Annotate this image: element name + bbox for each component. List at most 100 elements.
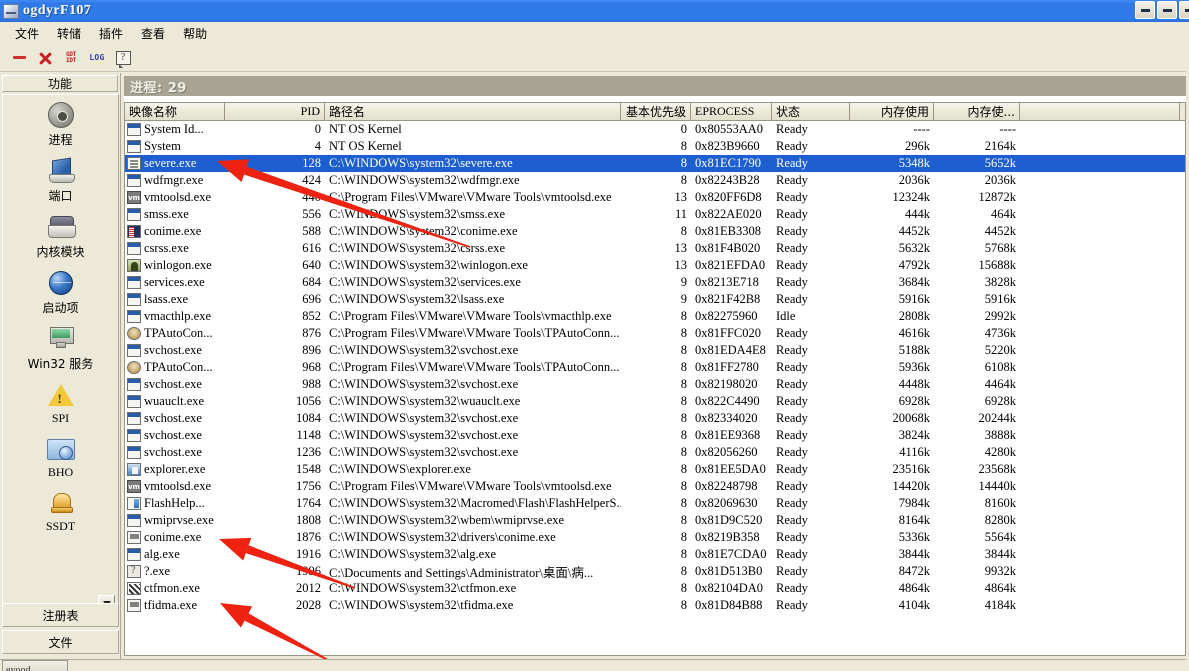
cell-image-name: alg.exe: [125, 547, 225, 562]
taskbar-fragment: eyood: [0, 659, 1189, 671]
minus-icon: [13, 56, 26, 59]
sidebar-item-startup[interactable]: 启动项: [3, 263, 118, 319]
cell-image-name: ctfmon.exe: [125, 581, 225, 596]
table-row[interactable]: System Id...0NT OS Kernel00x80553AA0Read…: [125, 121, 1185, 138]
table-row[interactable]: ?.exe1996C:\Documents and Settings\Admin…: [125, 563, 1185, 580]
table-row[interactable]: TPAutoCon...876C:\Program Files\VMware\V…: [125, 325, 1185, 342]
table-row[interactable]: svchost.exe1084C:\WINDOWS\system32\svcho…: [125, 410, 1185, 427]
table-row[interactable]: severe.exe128C:\WINDOWS\system32\severe.…: [125, 155, 1185, 172]
table-row[interactable]: System4NT OS Kernel80x823B9660Ready296k2…: [125, 138, 1185, 155]
table-row[interactable]: vmacthlp.exe852C:\Program Files\VMware\V…: [125, 308, 1185, 325]
table-row[interactable]: tfidma.exe2028C:\WINDOWS\system32\tfidma…: [125, 597, 1185, 614]
cell-eprocess: 0x82248798: [691, 479, 772, 494]
table-row[interactable]: TPAutoCon...968C:\Program Files\VMware\V…: [125, 359, 1185, 376]
column-header-pid[interactable]: PID: [225, 103, 325, 120]
table-row[interactable]: winlogon.exe640C:\WINDOWS\system32\winlo…: [125, 257, 1185, 274]
menu-item-plugin[interactable]: 插件: [90, 23, 132, 44]
gear-icon: [47, 101, 75, 129]
log-button[interactable]: LOG: [84, 46, 110, 70]
cell-pid: 1996: [225, 564, 325, 579]
table-row[interactable]: svchost.exe1236C:\WINDOWS\system32\svcho…: [125, 444, 1185, 461]
cell-pid: 616: [225, 241, 325, 256]
column-header-eprocess[interactable]: EPROCESS: [691, 103, 772, 120]
gdt-idt-button[interactable]: GDTIDT: [58, 46, 84, 70]
table-row[interactable]: svchost.exe896C:\WINDOWS\system32\svchos…: [125, 342, 1185, 359]
close-button[interactable]: [1179, 1, 1189, 19]
sidebar-item-label: Win32 服务: [28, 355, 94, 372]
column-header-state[interactable]: 状态: [772, 103, 850, 120]
main-panel: 进程: 29 映像名称PID路径名基本优先级EPROCESS状态内存使用内存使.…: [124, 76, 1186, 656]
menu-bar: 文件 转储 插件 查看 帮助: [0, 22, 1189, 44]
process-name: wmiprvse.exe: [144, 513, 214, 528]
cell-mempeak: 464k: [934, 207, 1020, 222]
menu-item-dump[interactable]: 转储: [48, 23, 90, 44]
sidebar: 功能 进程 端口 内核模块 启动项 Win32 服务: [0, 73, 121, 659]
sidebar-item-kernel-module[interactable]: 内核模块: [3, 207, 118, 263]
table-row[interactable]: services.exe684C:\WINDOWS\system32\servi…: [125, 274, 1185, 291]
table-row[interactable]: alg.exe1916C:\WINDOWS\system32\alg.exe80…: [125, 546, 1185, 563]
cell-state: Ready: [772, 258, 850, 273]
column-header-pad[interactable]: [1020, 103, 1180, 120]
column-header-name[interactable]: 映像名称: [125, 103, 225, 120]
table-row[interactable]: conime.exe1876C:\WINDOWS\system32\driver…: [125, 529, 1185, 546]
column-header-priority[interactable]: 基本优先级: [621, 103, 691, 120]
menu-item-view[interactable]: 查看: [132, 23, 174, 44]
cell-mem: 4116k: [850, 445, 934, 460]
table-row[interactable]: vmtoolsd.exe1756C:\Program Files\VMware\…: [125, 478, 1185, 495]
sidebar-item-ssdt[interactable]: SSDT: [3, 483, 118, 537]
maximize-button[interactable]: [1157, 1, 1177, 19]
sidebar-button-registry[interactable]: 注册表: [2, 603, 119, 627]
column-header-mempeak[interactable]: 内存使...: [934, 103, 1020, 120]
kill-process-button[interactable]: [32, 46, 58, 70]
table-row[interactable]: explorer.exe1548C:\WINDOWS\explorer.exe8…: [125, 461, 1185, 478]
table-row[interactable]: FlashHelp...1764C:\WINDOWS\system32\Macr…: [125, 495, 1185, 512]
table-row[interactable]: vmtoolsd.exe440C:\Program Files\VMware\V…: [125, 189, 1185, 206]
sidebar-item-process[interactable]: 进程: [3, 95, 118, 151]
cell-priority: 8: [621, 479, 691, 494]
grid-body[interactable]: System Id...0NT OS Kernel00x80553AA0Read…: [125, 121, 1185, 614]
sidebar-item-port[interactable]: 端口: [3, 151, 118, 207]
cell-mem: 23516k: [850, 462, 934, 477]
sidebar-item-label: 内核模块: [36, 243, 84, 260]
cell-image-name: vmacthlp.exe: [125, 309, 225, 324]
table-row[interactable]: conime.exe588C:\WINDOWS\system32\conime.…: [125, 223, 1185, 240]
cell-path: C:\Program Files\VMware\VMware Tools\vmt…: [325, 190, 621, 205]
process-name: services.exe: [144, 275, 205, 290]
process-name: svchost.exe: [144, 411, 202, 426]
help-button[interactable]: ?: [110, 46, 136, 70]
sidebar-button-file[interactable]: 文件: [2, 630, 119, 654]
table-row[interactable]: wdfmgr.exe424C:\WINDOWS\system32\wdfmgr.…: [125, 172, 1185, 189]
table-row[interactable]: csrss.exe616C:\WINDOWS\system32\csrss.ex…: [125, 240, 1185, 257]
table-row[interactable]: lsass.exe696C:\WINDOWS\system32\lsass.ex…: [125, 291, 1185, 308]
table-row[interactable]: svchost.exe988C:\WINDOWS\system32\svchos…: [125, 376, 1185, 393]
table-row[interactable]: wuauclt.exe1056C:\WINDOWS\system32\wuauc…: [125, 393, 1185, 410]
table-row[interactable]: svchost.exe1148C:\WINDOWS\system32\svcho…: [125, 427, 1185, 444]
sidebar-item-spi[interactable]: SPI: [3, 375, 118, 429]
cell-state: Ready: [772, 445, 850, 460]
win-icon: [127, 378, 141, 391]
cell-eprocess: 0x820FF6D8: [691, 190, 772, 205]
table-row[interactable]: smss.exe556C:\WINDOWS\system32\smss.exe1…: [125, 206, 1185, 223]
column-header-path[interactable]: 路径名: [325, 103, 621, 120]
cell-mempeak: 4184k: [934, 598, 1020, 613]
cell-path: C:\WINDOWS\system32\svchost.exe: [325, 445, 621, 460]
menu-item-file[interactable]: 文件: [6, 23, 48, 44]
flag-icon: [127, 599, 141, 612]
table-row[interactable]: wmiprvse.exe1808C:\WINDOWS\system32\wbem…: [125, 512, 1185, 529]
sidebar-items-scroll[interactable]: 进程 端口 内核模块 启动项 Win32 服务 SPI: [2, 94, 119, 616]
column-header-mem[interactable]: 内存使用: [850, 103, 934, 120]
minus-button[interactable]: [6, 46, 32, 70]
sidebar-item-bho[interactable]: BHO: [3, 429, 118, 483]
taskbar-button[interactable]: eyood: [2, 660, 68, 671]
cell-state: Ready: [772, 496, 850, 511]
menu-item-help[interactable]: 帮助: [174, 23, 216, 44]
cell-path: NT OS Kernel: [325, 122, 621, 137]
minimize-button[interactable]: [1135, 1, 1155, 19]
cell-mem: 4448k: [850, 377, 934, 392]
table-row[interactable]: ctfmon.exe2012C:\WINDOWS\system32\ctfmon…: [125, 580, 1185, 597]
process-grid[interactable]: 映像名称PID路径名基本优先级EPROCESS状态内存使用内存使... Syst…: [124, 102, 1186, 656]
cell-image-name: winlogon.exe: [125, 258, 225, 273]
sidebar-item-win32-service[interactable]: Win32 服务: [3, 319, 118, 375]
cell-path: C:\Program Files\VMware\VMware Tools\vmt…: [325, 479, 621, 494]
cell-path: C:\WINDOWS\system32\wdfmgr.exe: [325, 173, 621, 188]
